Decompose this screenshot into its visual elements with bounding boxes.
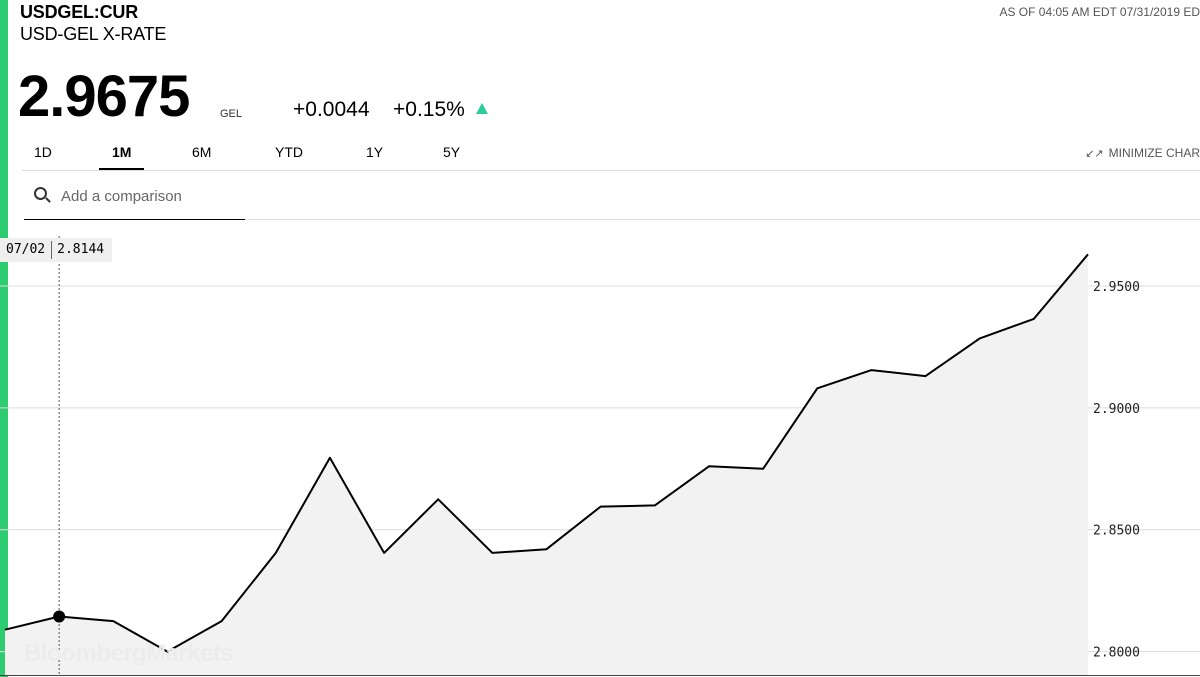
chart-bottom-border <box>0 675 1200 676</box>
crosshair-tooltip: 07/02 2.8144 <box>0 238 113 262</box>
y-tick-label: 2.9000 <box>1093 402 1140 417</box>
y-tick-label: 2.8000 <box>1093 646 1140 661</box>
price-chart[interactable]: 2.8000 2.8500 2.9000 2.9500 <box>0 0 1200 677</box>
tooltip-value: 2.8144 <box>57 242 105 257</box>
tooltip-date: 07/02 <box>6 242 46 257</box>
y-tick-label: 2.8500 <box>1093 524 1140 539</box>
bloomberg-markets-watermark: BloombergMarkets <box>24 640 234 667</box>
price-area-fill <box>5 254 1088 677</box>
y-tick-label: 2.9500 <box>1093 280 1140 295</box>
highlighted-data-point <box>53 610 66 623</box>
